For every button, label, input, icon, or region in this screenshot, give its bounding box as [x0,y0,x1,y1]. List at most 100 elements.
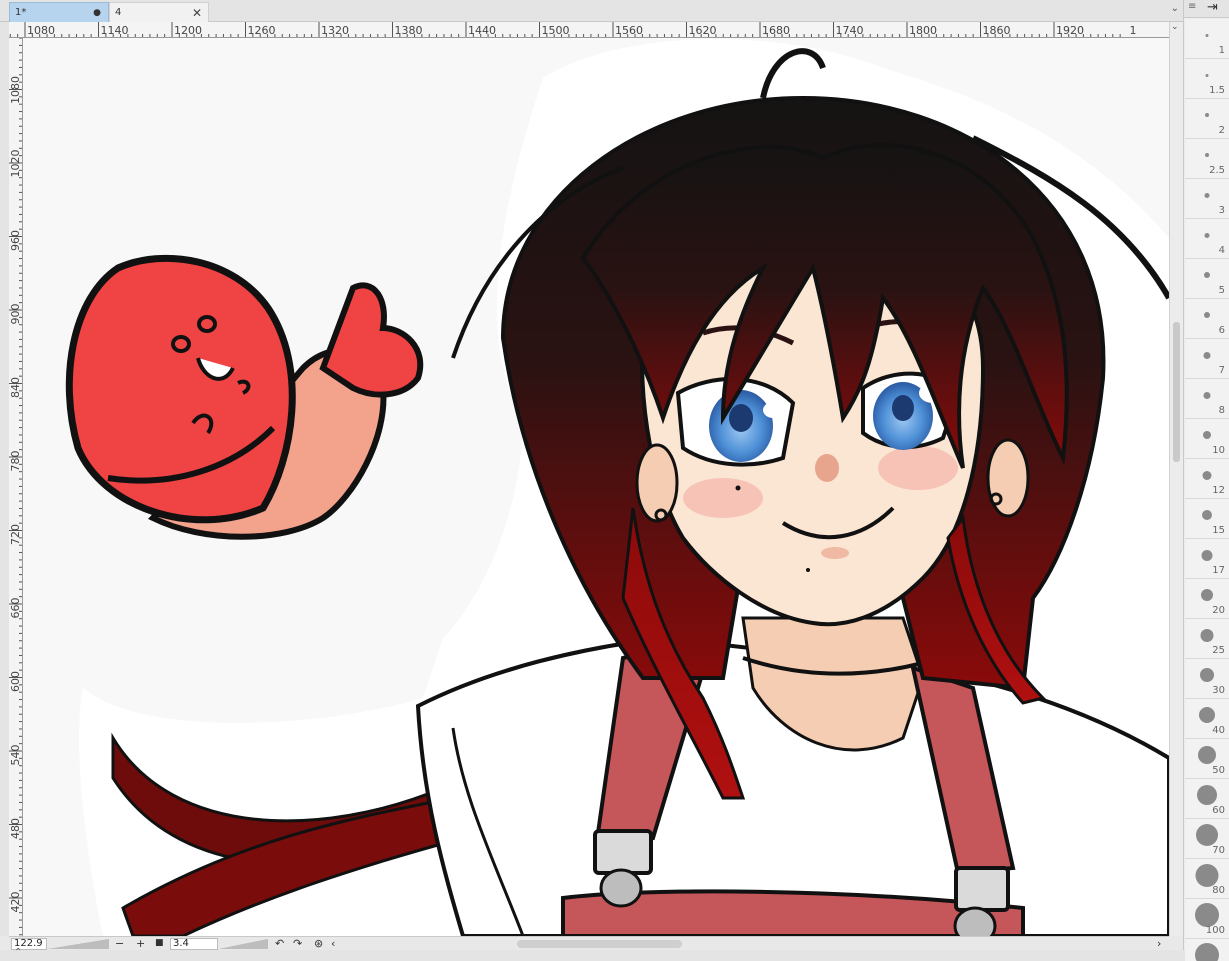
chevron-up-icon[interactable]: ⌃ [14,947,22,958]
zoom-out-icon[interactable]: − [115,937,124,950]
brush-size-option[interactable]: 80 [1185,859,1229,899]
brush-preview-dot [1205,113,1209,117]
brush-size-label: 4 [1218,245,1225,256]
chevron-down-icon[interactable]: ⌄ [1171,3,1179,14]
horizontal-ruler: 1080 1140 1200 1260 1320 1380 1440 1500 1560 1620… [9,22,1169,38]
ruler-label: 1560 [615,24,643,37]
ruler-label: 480 [9,818,22,839]
brush-preview-dot [1200,668,1214,682]
ruler-label: 1500 [542,24,570,37]
tab-label: 4 [115,7,122,18]
brush-size-option[interactable]: 10 [1185,419,1229,459]
brush-size-label: 40 [1212,725,1225,736]
brush-size-label: 2 [1218,125,1225,136]
ruler-label: 1860 [983,24,1011,37]
brush-size-option[interactable]: 4 [1185,219,1229,259]
ruler-label: 840 [9,377,22,398]
menu-icon[interactable]: ≡ [1188,1,1196,12]
ruler-label: 1440 [468,24,496,37]
brush-size-option[interactable]: 20 [1185,579,1229,619]
rotation-field[interactable]: 3.4 [170,938,218,950]
vertical-scrollbar[interactable]: ⌄ [1169,22,1183,936]
rotate-right-icon[interactable]: ↷ [293,937,302,950]
ruler-label: 1 [1130,24,1137,37]
brush-size-option[interactable]: 70 [1185,819,1229,859]
ruler-label: 540 [9,745,22,766]
brush-size-option[interactable]: 15 [1185,499,1229,539]
brush-size-label: 3 [1218,205,1225,216]
tab-document-4[interactable]: 4 ✕ [109,2,209,22]
brush-size-panel: ≡ ⇥ 1 1.5 2 2.5 3 4 5 6 7 8 10 12 15 17 20 25 30 40 50 60 70… [1183,0,1229,961]
ruler-ticks: 1080 1140 1200 1260 1320 1380 1440 1500 1560 1620… [9,22,1137,37]
brush-preview-dot [1204,312,1210,318]
ruler-label: 780 [9,451,22,472]
scrollbar-thumb[interactable] [1173,322,1180,462]
ruler-label: 1320 [321,24,349,37]
ruler-label: 660 [9,598,22,619]
ruler-label: 420 [9,892,22,913]
panel-header: ≡ ⇥ [1184,0,1229,18]
chevron-down-icon[interactable]: ⌄ [1171,22,1179,32]
scroll-right-icon[interactable]: › [1157,937,1161,950]
brush-preview-dot [1204,192,1210,198]
brush-preview-dot [1203,391,1211,399]
brush-size-option[interactable] [1185,939,1229,961]
close-icon[interactable]: ✕ [192,3,202,23]
brush-preview-dot [1199,707,1215,723]
tab-document-1[interactable]: 1* ● [9,2,109,22]
ruler-ticks: 1080 1020 960 900 840 780 720 660 600 540 480 420 [9,38,22,936]
vertical-ruler: 1080 1020 960 900 840 780 720 660 600 540 480 420 [9,38,23,936]
ruler-label: 900 [9,304,22,325]
document-tab-bar: 1* ● 4 ✕ ⌄ [0,0,1183,22]
ruler-label: 1200 [174,24,202,37]
unsaved-dot-icon: ● [93,8,101,18]
brush-size-option[interactable]: 100 [1185,899,1229,939]
brush-size-option[interactable]: 30 [1185,659,1229,699]
brush-size-option[interactable]: 50 [1185,739,1229,779]
brush-size-label: 20 [1212,605,1225,616]
brush-size-label: 80 [1212,885,1225,896]
fit-icon[interactable]: ■ [155,937,164,950]
brush-size-option[interactable]: 40 [1185,699,1229,739]
brush-size-option[interactable]: 12 [1185,459,1229,499]
brush-size-option[interactable]: 5 [1185,259,1229,299]
zoom-slider[interactable] [47,939,109,949]
ruler-label: 1080 [9,76,22,104]
brush-preview-dot [1202,510,1212,520]
brush-size-option[interactable]: 7 [1185,339,1229,379]
brush-size-option[interactable]: 60 [1185,779,1229,819]
brush-size-label: 12 [1212,485,1225,496]
rotation-slider[interactable] [218,939,268,949]
ruler-label: 1140 [101,24,129,37]
horizontal-scrollbar-thumb[interactable] [517,940,682,948]
drawing-canvas[interactable] [23,38,1169,936]
brush-preview-dot [1203,431,1211,439]
brush-size-option[interactable]: 1 [1185,19,1229,59]
rotate-left-icon[interactable]: ↶ [275,937,284,950]
brush-size-option[interactable]: 2 [1185,99,1229,139]
brush-preview-dot [1195,903,1219,927]
brush-size-option[interactable]: 8 [1185,379,1229,419]
brush-size-label: 25 [1212,645,1225,656]
brush-size-label: 15 [1212,525,1225,536]
fish-character [65,254,424,540]
ruler-label: 1020 [9,150,22,178]
brush-size-option[interactable]: 1.5 [1185,59,1229,99]
reset-rotation-icon[interactable]: ⊛ [314,937,323,950]
brush-size-label: 50 [1212,765,1225,776]
exit-icon[interactable]: ⇥ [1207,0,1218,15]
brush-size-option[interactable]: 17 [1185,539,1229,579]
app-window: 1* ● 4 ✕ ⌄ 1080 1140 1200 1260 1320 1380 1440 1… [0,0,1229,961]
status-bar: 122.9 − + ■ 3.4 ↶ ↷ ⊛ ‹ › [9,936,1169,950]
brush-size-option[interactable]: 2.5 [1185,139,1229,179]
brush-preview-dot [1202,470,1212,480]
brush-preview-dot [1198,746,1216,764]
brush-preview-dot [1197,785,1217,805]
brush-size-label: 7 [1218,365,1225,376]
brush-size-option[interactable]: 6 [1185,299,1229,339]
zoom-in-icon[interactable]: + [136,937,145,950]
brush-preview-dot [1195,863,1219,887]
brush-size-option[interactable]: 3 [1185,179,1229,219]
brush-size-option[interactable]: 25 [1185,619,1229,659]
scroll-left-icon[interactable]: ‹ [331,937,335,950]
